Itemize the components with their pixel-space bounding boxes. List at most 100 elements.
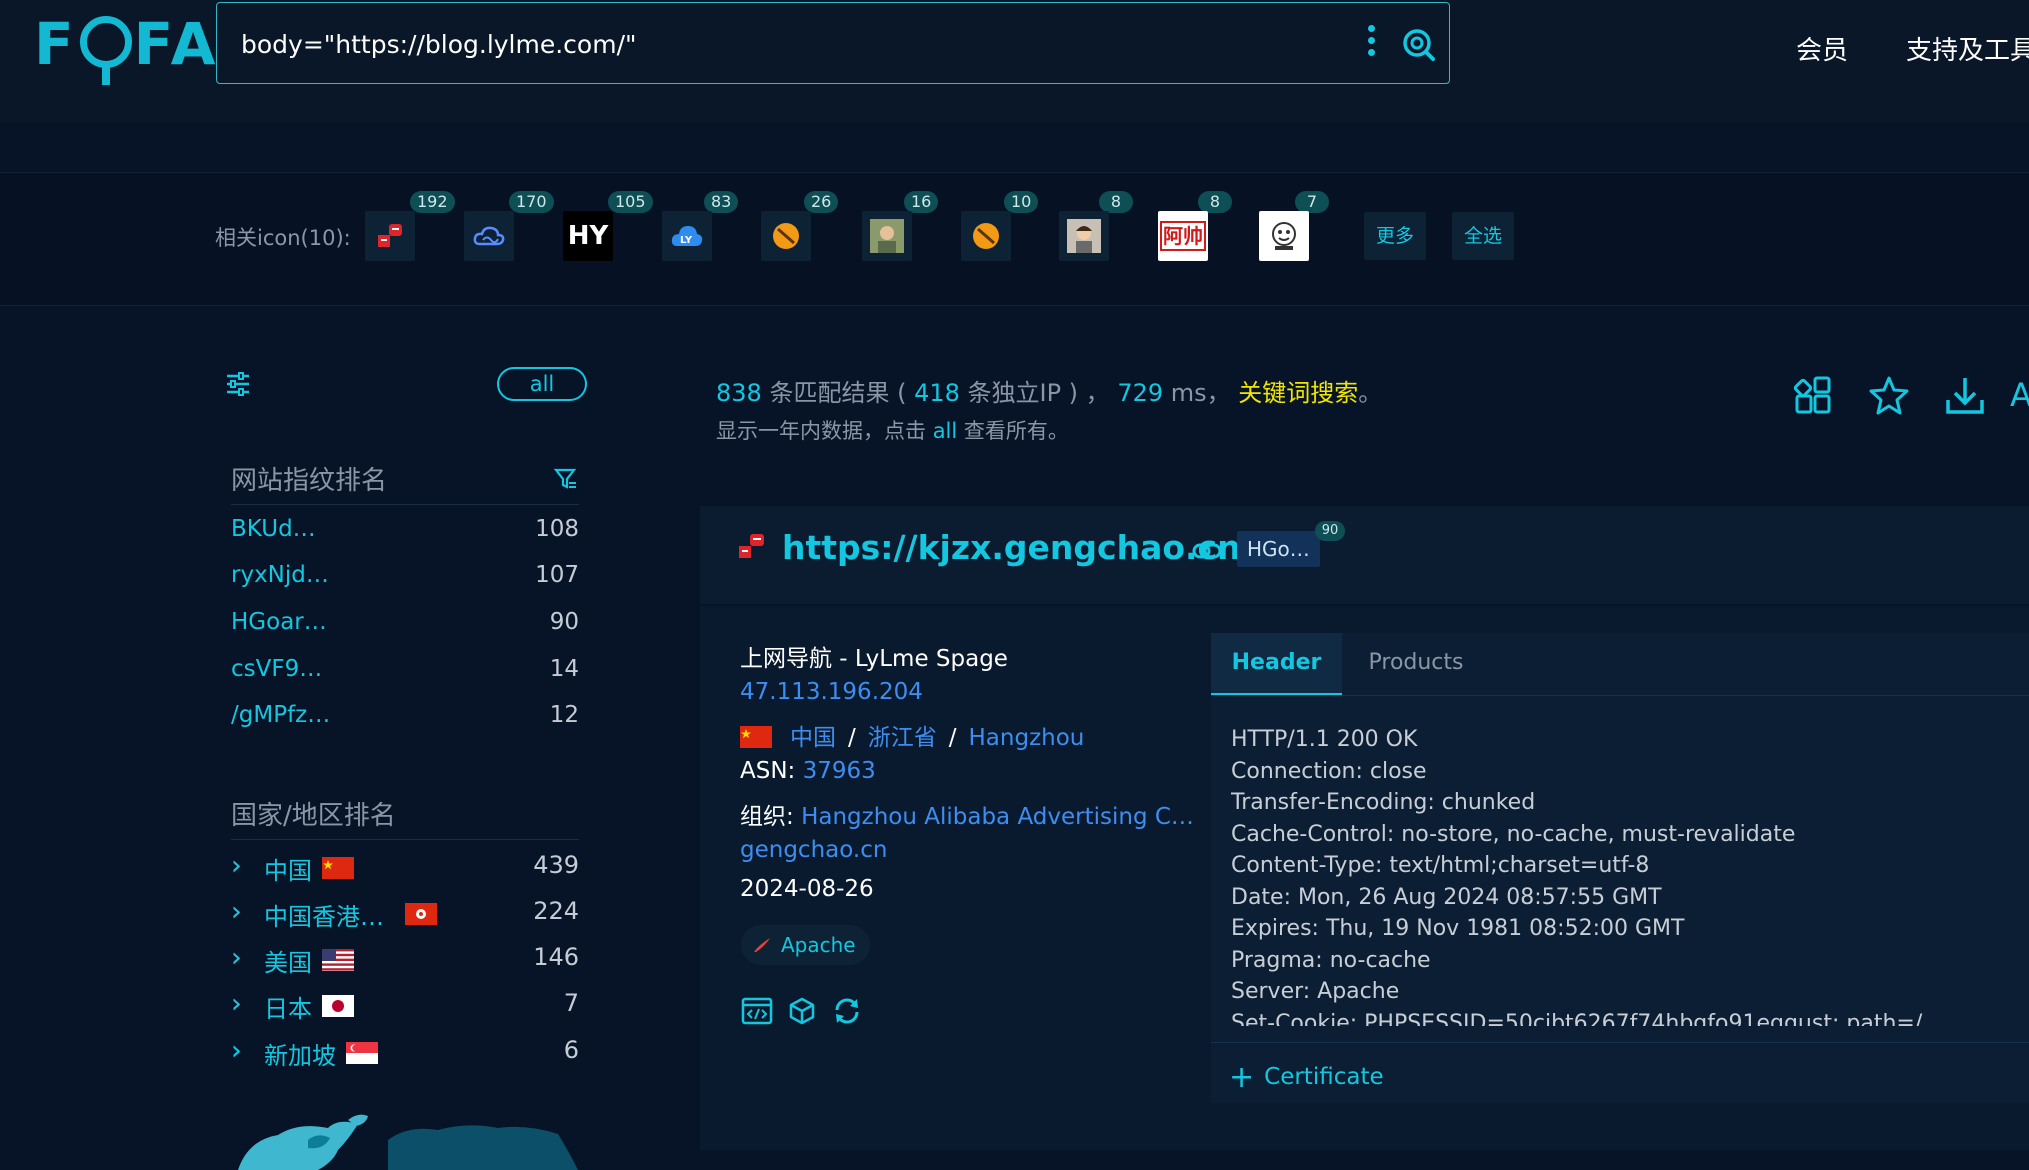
red-navigation-icon[interactable] (365, 211, 415, 261)
avatar-photo-icon[interactable] (1059, 211, 1109, 261)
icon-count-badge: 10 (1004, 191, 1039, 213)
world-map (238, 1114, 578, 1170)
select-all-icons-button[interactable]: 全选 (1452, 212, 1515, 260)
fingerprint-rank-title: 网站指纹排名 (231, 466, 388, 496)
country-name[interactable]: 新加坡 (264, 1036, 336, 1071)
keyword-search-link[interactable]: 关键词搜索 (1238, 379, 1358, 407)
nav-member[interactable]: 会员 (1796, 30, 1848, 67)
fingerprint-count: 108 (535, 516, 579, 542)
fingerprint-name[interactable]: csVF9… (231, 656, 322, 682)
country-count: 224 (533, 897, 579, 925)
grid-view-icon[interactable] (1793, 374, 1837, 418)
http-header-text: HTTP/1.1 200 OK Connection: close Transf… (1231, 727, 1923, 1026)
country-row[interactable]: ›› 中国香港… 224 (231, 897, 579, 932)
tool-a-button[interactable]: A (2010, 376, 2029, 414)
china-flag-icon (740, 726, 772, 748)
results-subsummary: 显示一年内数据，点击 all 查看所有。 (716, 419, 1069, 443)
location: 中国 / 浙江省 / Hangzhou (740, 718, 1084, 752)
double-chevron-icon: ›› (231, 897, 240, 927)
fingerprint-name[interactable]: /gMPfz… (231, 702, 330, 728)
hong-kong-flag-icon (405, 903, 437, 925)
ly-cloud-icon[interactable]: LY (662, 211, 712, 261)
icon-count-badge: 170 (509, 191, 554, 213)
divider (231, 504, 579, 505)
more-icons-button[interactable]: 更多 (1364, 212, 1427, 260)
result-url-link[interactable]: https://kjzx.gengchao.cn (782, 528, 1241, 567)
icon-count-badge: 7 (1295, 191, 1329, 213)
certificate-expand-button[interactable]: + Certificate (1229, 1060, 1384, 1095)
more-options-icon[interactable] (1366, 25, 1376, 63)
fingerprint-tag[interactable]: HGo… (1237, 531, 1320, 567)
funnel-filter-icon[interactable] (553, 466, 579, 492)
results-summary: 838 条匹配结果 ( 418 条独立IP ) ， 729 ms， 关键词搜索。 (716, 379, 1383, 407)
fingerprint-name[interactable]: BKUd… (231, 516, 316, 542)
asn-row: ASN: 37963 (740, 758, 876, 784)
country-row[interactable]: ›› 新加坡 6 (231, 1036, 579, 1071)
country-count: 146 (533, 943, 579, 971)
search-input[interactable] (239, 23, 1343, 65)
download-icon[interactable] (1943, 374, 1987, 418)
fofa-logo[interactable]: F FA (34, 10, 219, 85)
singapore-flag-icon (346, 1042, 378, 1064)
city-link[interactable]: Hangzhou (969, 725, 1085, 751)
refresh-icon[interactable] (831, 995, 863, 1027)
country-rank-title: 国家/地区排名 (231, 801, 396, 831)
red-text-logo-icon[interactable]: 阿帅 (1158, 211, 1208, 261)
fingerprint-name[interactable]: ryxNjd… (231, 562, 329, 588)
org-link[interactable]: Hangzhou Alibaba Advertising C… (801, 804, 1194, 830)
orange-circle-icon[interactable] (761, 211, 811, 261)
filter-settings-icon[interactable] (224, 370, 252, 398)
link-icon[interactable] (1192, 540, 1222, 562)
double-chevron-icon: ›› (231, 851, 240, 881)
apache-feather-icon (754, 938, 770, 952)
country-row[interactable]: ›› 日本 7 (231, 989, 579, 1024)
cloud-icon[interactable] (464, 211, 514, 261)
tab-header[interactable]: Header (1211, 633, 1342, 696)
icon-count-badge: 105 (608, 191, 653, 213)
cartoon-logo-icon[interactable] (1259, 211, 1309, 261)
all-data-toggle[interactable]: all (497, 367, 587, 401)
plus-icon: + (1229, 1060, 1255, 1095)
source-code-icon[interactable] (741, 995, 773, 1027)
fingerprint-row[interactable]: HGoar… 90 (231, 609, 579, 639)
country-name[interactable]: 中国 (264, 851, 312, 886)
nav-support-tools[interactable]: 支持及工具 (1906, 30, 2029, 67)
icon-count-badge: 16 (904, 191, 939, 213)
tab-products[interactable]: Products (1342, 633, 1490, 696)
ip-link[interactable]: 47.113.196.204 (740, 679, 923, 705)
star-icon[interactable] (1867, 374, 1911, 418)
cube-icon[interactable] (786, 995, 818, 1027)
avatar-photo-icon[interactable] (862, 211, 912, 261)
country-row[interactable]: ›› 美国 146 (231, 943, 579, 978)
icon-count-badge: 192 (410, 191, 455, 213)
province-link[interactable]: 浙江省 (868, 725, 937, 751)
fingerprint-row[interactable]: csVF9… 14 (231, 656, 579, 686)
country-link[interactable]: 中国 (790, 725, 836, 751)
domain-link[interactable]: gengchao.cn (740, 837, 887, 863)
double-chevron-icon: ›› (231, 943, 240, 973)
fingerprint-row[interactable]: /gMPfz… 12 (231, 702, 579, 732)
country-row[interactable]: ›› 中国 439 (231, 851, 579, 886)
server-product-tag[interactable]: Apache (741, 925, 870, 965)
related-icons-label: 相关icon(10): (215, 226, 351, 250)
total-count: 838 (716, 379, 762, 407)
country-name[interactable]: 中国香港… (264, 897, 384, 932)
show-all-link[interactable]: all (933, 419, 958, 443)
search-icon[interactable] (1401, 27, 1435, 61)
site-title: 上网导航 - LyLme Spage (740, 646, 1008, 672)
fingerprint-row[interactable]: BKUd… 108 (231, 516, 579, 546)
hy-logo-icon[interactable]: HY (563, 211, 613, 261)
country-name[interactable]: 美国 (264, 943, 312, 978)
usa-flag-icon (322, 949, 354, 971)
orange-circle-icon[interactable] (961, 211, 1011, 261)
asn-link[interactable]: 37963 (803, 758, 876, 784)
fingerprint-name[interactable]: HGoar… (231, 609, 327, 635)
fingerprint-row[interactable]: ryxNjd… 107 (231, 562, 579, 592)
double-chevron-icon: ›› (231, 1036, 240, 1066)
icon-count-badge: 8 (1099, 191, 1133, 213)
divider (231, 839, 579, 840)
double-chevron-icon: ›› (231, 989, 240, 1019)
unique-ip-count: 418 (914, 379, 960, 407)
country-name[interactable]: 日本 (264, 989, 312, 1024)
divider (1211, 695, 2029, 696)
